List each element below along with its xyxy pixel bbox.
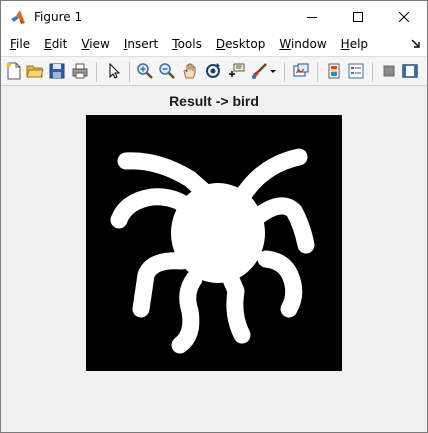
menu-edit[interactable]: Edit [37, 32, 74, 56]
save-icon[interactable] [48, 62, 66, 80]
show-plot-tools-icon[interactable] [401, 62, 419, 80]
matlab-icon [11, 9, 25, 24]
toolbar-separator [129, 62, 130, 82]
insert-legend-icon[interactable] [347, 62, 365, 80]
hide-plot-tools-icon[interactable] [380, 62, 398, 80]
menu-bar: File Edit View Insert Tools Desktop Wind… [1, 32, 427, 56]
zoom-out-icon[interactable] [158, 62, 176, 80]
axes-title: Result -> bird [169, 93, 259, 109]
binary-image[interactable] [86, 115, 342, 371]
pan-icon[interactable] [181, 62, 199, 80]
insert-colorbar-icon[interactable] [325, 62, 343, 80]
figure-window: Figure 1 File Edit View Insert Tools Des… [0, 0, 428, 433]
pointer-icon[interactable] [105, 62, 123, 80]
toolbar-separator [372, 62, 373, 82]
window-title: Figure 1 [34, 9, 83, 24]
figure-toolbar [1, 56, 427, 86]
figure-canvas: Result -> bird [1, 87, 427, 432]
new-figure-icon[interactable] [5, 62, 23, 80]
maximize-button[interactable] [335, 1, 381, 32]
brush-icon[interactable] [250, 62, 268, 80]
menu-desktop[interactable]: Desktop [209, 32, 273, 56]
menu-view[interactable]: View [74, 32, 116, 56]
binary-silhouette [110, 148, 315, 354]
maximize-icon [353, 11, 363, 22]
minimize-icon [307, 16, 317, 18]
close-icon [399, 11, 409, 22]
menu-tools[interactable]: Tools [165, 32, 209, 56]
zoom-in-icon[interactable] [136, 62, 154, 80]
data-cursor-icon[interactable] [227, 62, 245, 80]
minimize-button[interactable] [289, 1, 335, 32]
toolbar-separator [317, 62, 318, 82]
menu-insert[interactable]: Insert [117, 32, 165, 56]
rotate-3d-icon[interactable] [204, 62, 222, 80]
close-button[interactable] [381, 1, 427, 32]
brush-dropdown-icon[interactable] [269, 62, 277, 80]
menu-help[interactable]: Help [334, 32, 375, 56]
print-icon[interactable] [71, 62, 89, 80]
dock-arrow-icon[interactable] [411, 39, 421, 49]
toolbar-separator [284, 62, 285, 82]
menu-file[interactable]: File [1, 32, 37, 56]
menu-window[interactable]: Window [272, 32, 333, 56]
title-bar[interactable]: Figure 1 [1, 1, 427, 32]
link-plot-icon[interactable] [292, 62, 310, 80]
toolbar-separator [96, 62, 97, 82]
open-file-icon[interactable] [26, 62, 44, 80]
